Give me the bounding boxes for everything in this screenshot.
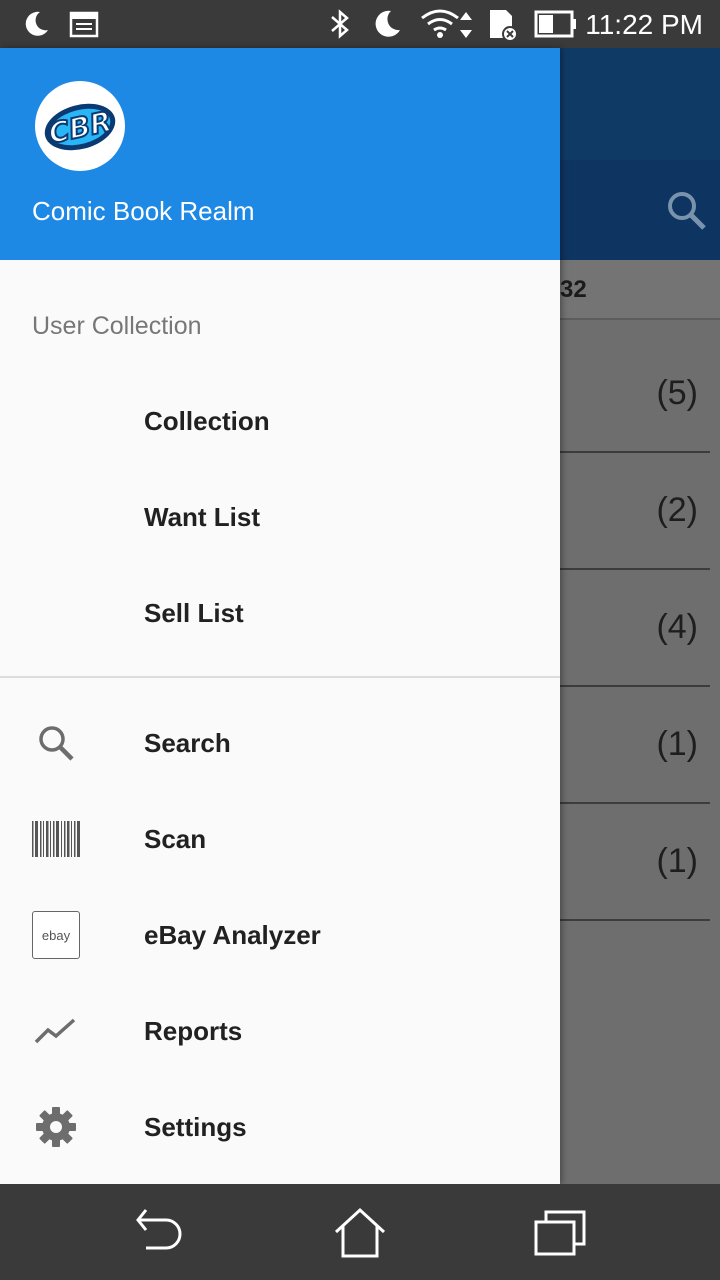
status-time: 11:22 PM: [585, 9, 703, 40]
section-title: User Collection: [32, 312, 202, 340]
menu-item-search[interactable]: Search: [0, 695, 560, 791]
chart-line-icon: [32, 1007, 80, 1055]
menu-item-collection[interactable]: Collection: [0, 373, 560, 469]
search-icon[interactable]: [664, 188, 710, 234]
menu-item-label: Want List: [144, 502, 261, 532]
menu-item-reports[interactable]: Reports: [0, 983, 560, 1079]
barcode-icon: [32, 815, 80, 863]
drawer-header: CBR Comic Book Realm: [0, 48, 560, 260]
background-header-text: 32: [560, 276, 587, 303]
app-logo: CBR: [35, 81, 125, 171]
search-icon: [32, 719, 80, 767]
calendar-icon: [69, 11, 99, 38]
status-bar: 11:22 PM: [0, 0, 720, 48]
menu-item-label: Reports: [144, 1016, 243, 1046]
cbr-logo-icon: CBR: [37, 83, 123, 169]
menu-item-ebay-analyzer[interactable]: ebay eBay Analyzer: [0, 887, 560, 983]
menu-item-sell-list[interactable]: Sell List: [0, 565, 560, 661]
home-button[interactable]: [332, 1206, 388, 1258]
moon-icon: [25, 11, 48, 36]
item-count: (2): [656, 491, 698, 529]
divider: [0, 676, 560, 678]
ebay-icon-text: ebay: [32, 911, 80, 959]
battery-icon: [534, 10, 576, 38]
menu-item-label: Search: [144, 728, 231, 758]
bluetooth-icon: [331, 9, 349, 39]
item-count: (5): [656, 374, 698, 412]
menu-item-want-list[interactable]: Want List: [0, 469, 560, 565]
ebay-icon: ebay: [32, 911, 80, 959]
gear-icon: [32, 1103, 80, 1151]
menu-item-label: eBay Analyzer: [144, 920, 321, 950]
recent-apps-button[interactable]: [532, 1206, 588, 1258]
system-navigation-bar: [0, 1184, 720, 1280]
menu-item-scan[interactable]: Scan: [0, 791, 560, 887]
menu-item-label: Settings: [144, 1112, 247, 1142]
item-count: (4): [656, 608, 698, 646]
item-count: (1): [656, 842, 698, 880]
wifi-icon: [421, 9, 472, 38]
menu-item-label: Collection: [144, 406, 270, 436]
item-count: (1): [656, 725, 698, 763]
menu-item-label: Sell List: [144, 598, 244, 628]
app-name: Comic Book Realm: [32, 196, 255, 226]
sd-card-icon: [490, 10, 518, 42]
menu-item-settings[interactable]: Settings: [0, 1079, 560, 1175]
do-not-disturb-icon: [375, 10, 400, 37]
navigation-drawer: CBR Comic Book Realm User Collection Col…: [0, 48, 560, 1184]
menu-item-label: Scan: [144, 824, 207, 854]
back-button[interactable]: [132, 1206, 188, 1258]
